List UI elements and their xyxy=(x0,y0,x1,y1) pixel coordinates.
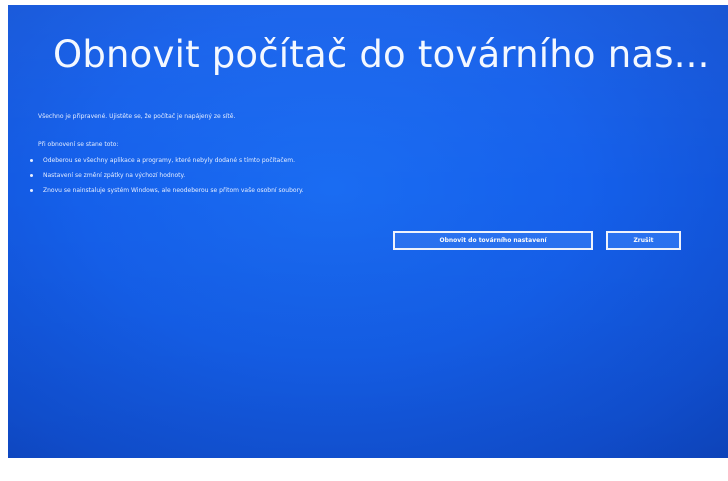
bullet-icon xyxy=(30,189,33,192)
bottom-bezel xyxy=(0,458,728,481)
reset-screen: Obnovit počítač do továrního nas... Všec… xyxy=(8,5,728,461)
photo-frame: Obnovit počítač do továrního nas... Všec… xyxy=(0,0,728,481)
list-item: Znovu se nainstaluje systém Windows, ale… xyxy=(30,183,304,198)
list-item-text: Znovu se nainstaluje systém Windows, ale… xyxy=(43,187,304,194)
reset-effects-list: Odeberou se všechny aplikace a programy,… xyxy=(30,153,304,198)
bullet-icon xyxy=(30,174,33,177)
bullet-icon xyxy=(30,159,33,162)
ready-message: Všechno je připravené. Ujistěte se, že p… xyxy=(38,113,236,120)
list-item-text: Nastavení se změní zpátky na výchozí hod… xyxy=(43,172,186,179)
list-item: Nastavení se změní zpátky na výchozí hod… xyxy=(30,168,304,183)
page-title: Obnovit počítač do továrního nas... xyxy=(53,33,710,76)
reset-button[interactable]: Obnovit do továrního nastavení xyxy=(393,231,593,250)
cancel-button[interactable]: Zrušit xyxy=(606,231,681,250)
list-item-text: Odeberou se všechny aplikace a programy,… xyxy=(43,157,296,164)
list-item: Odeberou se všechny aplikace a programy,… xyxy=(30,153,304,168)
reset-intro-text: Při obnovení se stane toto: xyxy=(38,141,119,148)
